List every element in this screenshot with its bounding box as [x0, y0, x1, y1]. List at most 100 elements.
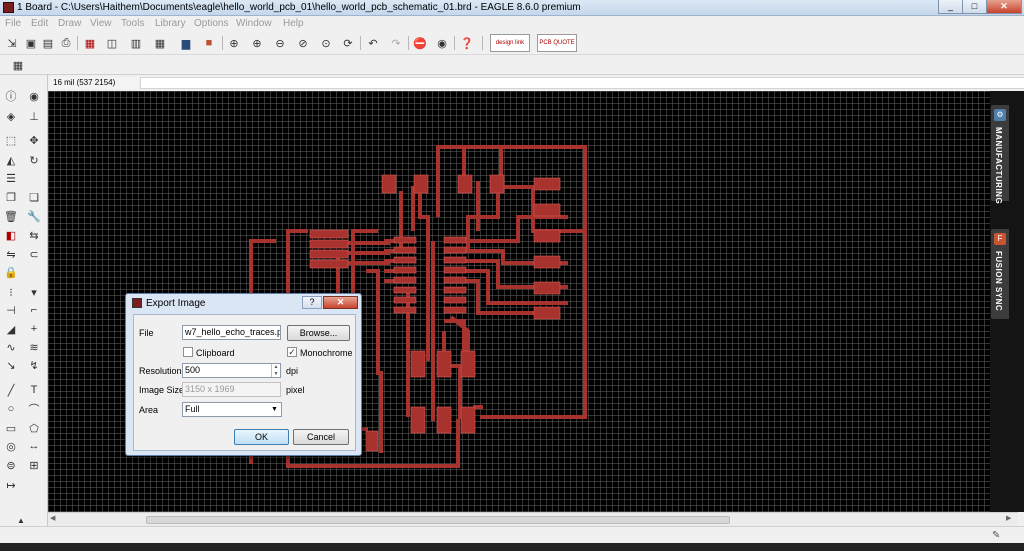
- pad: [309, 229, 349, 239]
- grid-settings-icon[interactable]: ▦: [152, 35, 168, 51]
- manufacturing-tab[interactable]: ⚙ MANUFACTURING: [991, 105, 1009, 204]
- mark-icon[interactable]: ⊥: [27, 109, 41, 123]
- script-icon[interactable]: ▆: [178, 35, 194, 51]
- file-label: File: [139, 328, 154, 338]
- redo-icon[interactable]: ↷: [388, 35, 404, 51]
- scroll-left-icon[interactable]: ◀: [50, 514, 55, 522]
- rotate-icon[interactable]: ↻: [27, 153, 41, 167]
- meander-icon[interactable]: +: [27, 322, 41, 336]
- replace-icon[interactable]: ⇆: [27, 228, 41, 242]
- line-icon[interactable]: ╱: [4, 383, 18, 397]
- monochrome-checkbox[interactable]: ✓: [287, 347, 297, 357]
- polygon-icon[interactable]: ⬠: [27, 421, 41, 435]
- zoom-in-icon[interactable]: ⊕: [249, 35, 265, 51]
- scroll-thumb[interactable]: [146, 516, 730, 524]
- menu-help[interactable]: Help: [283, 18, 304, 29]
- menu-file[interactable]: File: [5, 18, 21, 29]
- close-window-button[interactable]: ✕: [986, 0, 1022, 14]
- scroll-right-icon[interactable]: ▶: [1006, 514, 1011, 522]
- circle-icon[interactable]: ○: [4, 402, 18, 416]
- value-icon[interactable]: ⁝: [4, 285, 18, 299]
- info-icon[interactable]: ⓘ: [4, 89, 18, 103]
- optimize-icon[interactable]: ◢: [4, 322, 18, 336]
- file-input[interactable]: w7_hello_echo_traces.png: [182, 325, 281, 340]
- measure-icon[interactable]: ↦: [4, 478, 18, 492]
- resolution-spinner[interactable]: ▲ ▼: [271, 364, 280, 377]
- help-icon[interactable]: ❓: [459, 35, 475, 51]
- pad: [410, 350, 426, 378]
- display-icon[interactable]: ◈: [4, 109, 18, 123]
- wrench-icon[interactable]: 🔧: [27, 209, 41, 223]
- menu-edit[interactable]: Edit: [31, 18, 48, 29]
- menu-tools[interactable]: Tools: [121, 18, 144, 29]
- ripup-icon[interactable]: ↘: [4, 358, 18, 372]
- open-icon[interactable]: ⇲: [4, 35, 20, 51]
- print-icon[interactable]: ⎙: [58, 35, 74, 51]
- copy-icon[interactable]: ❐: [4, 190, 18, 204]
- route-icon[interactable]: ∿: [4, 340, 18, 354]
- delete-icon[interactable]: 🗑: [4, 209, 18, 223]
- stop-icon[interactable]: ⛔: [412, 35, 428, 51]
- menu-library[interactable]: Library: [155, 18, 186, 29]
- text-icon[interactable]: T: [27, 383, 41, 397]
- menu-view[interactable]: View: [90, 18, 112, 29]
- gate-swap-icon[interactable]: ⊂: [27, 247, 41, 261]
- hole-icon[interactable]: ⊜: [4, 458, 18, 472]
- expand-palette-icon[interactable]: ▲: [14, 513, 28, 527]
- redraw-icon[interactable]: ⟳: [340, 35, 356, 51]
- cancel-button[interactable]: Cancel: [293, 429, 349, 445]
- dimension-icon[interactable]: ↔: [27, 439, 41, 453]
- design-link-button[interactable]: design link: [490, 34, 530, 52]
- miter-icon[interactable]: ⌐: [27, 303, 41, 317]
- grid-icon[interactable]: ▦: [10, 57, 26, 73]
- show-icon[interactable]: ◉: [27, 89, 41, 103]
- mirror-icon[interactable]: ◭: [4, 153, 18, 167]
- autorouter-icon[interactable]: ↯: [27, 358, 41, 372]
- menu-draw[interactable]: Draw: [58, 18, 81, 29]
- maximize-button[interactable]: □: [962, 0, 987, 14]
- pcb-quote-button[interactable]: PCB QUOTE: [537, 34, 577, 52]
- add-icon[interactable]: ◧: [4, 228, 18, 242]
- command-line-input[interactable]: [140, 77, 1024, 89]
- horizontal-scrollbar[interactable]: ◀ ▶: [48, 512, 1018, 526]
- undo-icon[interactable]: ↶: [365, 35, 381, 51]
- fusion-sync-tab[interactable]: F FUSION SYNC: [991, 229, 1009, 319]
- split-icon[interactable]: ⊣: [4, 303, 18, 317]
- switch-board-icon[interactable]: ◫: [104, 35, 120, 51]
- cam-processor-icon[interactable]: ▦: [82, 35, 98, 51]
- align-icon[interactable]: ☰: [4, 171, 18, 185]
- lock-icon[interactable]: 🔒: [4, 265, 18, 279]
- rectangle-icon[interactable]: ▭: [4, 421, 18, 435]
- zoom-fit-icon[interactable]: ⊕: [226, 35, 242, 51]
- dialog-close-button[interactable]: ✕: [323, 296, 358, 309]
- ok-button[interactable]: OK: [234, 429, 289, 445]
- resolution-input[interactable]: 500 ▲ ▼: [182, 363, 281, 378]
- group-icon[interactable]: ⬚: [4, 133, 18, 147]
- go-icon[interactable]: ◉: [434, 35, 450, 51]
- dialog-help-button[interactable]: ?: [302, 296, 322, 309]
- pad: [457, 174, 473, 194]
- zoom-previous-icon[interactable]: ⊘: [295, 35, 311, 51]
- move-icon[interactable]: ✥: [27, 133, 41, 147]
- open-file-icon[interactable]: ▣: [23, 35, 39, 51]
- zoom-select-icon[interactable]: ⊙: [318, 35, 334, 51]
- paste-icon[interactable]: ❏: [27, 190, 41, 204]
- menu-options[interactable]: Options: [194, 18, 228, 29]
- arc-icon[interactable]: ⌒: [27, 402, 41, 416]
- smash-icon[interactable]: ▾: [27, 285, 41, 299]
- menu-window[interactable]: Window: [236, 18, 272, 29]
- clipboard-checkbox[interactable]: [183, 347, 193, 357]
- monochrome-label: Monochrome: [300, 348, 353, 358]
- pad: [393, 306, 417, 314]
- route-multi-icon[interactable]: ≋: [27, 340, 41, 354]
- browse-button[interactable]: Browse...: [287, 325, 350, 341]
- layers-icon[interactable]: ▥: [128, 35, 144, 51]
- area-select[interactable]: Full ▼: [182, 402, 282, 417]
- zoom-out-icon[interactable]: ⊖: [272, 35, 288, 51]
- attribute-icon[interactable]: ⊞: [27, 458, 41, 472]
- minimize-button[interactable]: _: [938, 0, 963, 14]
- via-icon[interactable]: ◎: [4, 439, 18, 453]
- ulp-icon[interactable]: ■: [201, 35, 217, 51]
- save-icon[interactable]: ▤: [40, 35, 56, 51]
- swap-icon[interactable]: ⇋: [4, 247, 18, 261]
